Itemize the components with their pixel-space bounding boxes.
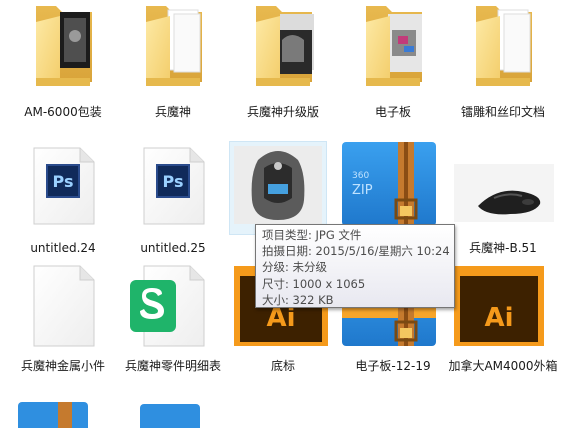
file-bingmoshen-b51[interactable]: 兵魔神-B.51	[448, 140, 558, 255]
folder-laser-print-docs[interactable]: 镭雕和丝印文档	[448, 0, 558, 119]
file-label: untitled.24	[30, 241, 96, 255]
360zip-archive-icon: 360 ZIP	[342, 142, 436, 226]
folder-bingmoshen-upgrade[interactable]: 兵魔神升级版	[228, 0, 338, 119]
partial-file-icon[interactable]	[18, 400, 88, 431]
file-label: 兵魔神金属小件	[20, 359, 105, 373]
ps-badge: Ps	[53, 172, 74, 191]
tooltip-type: 项目类型: JPG 文件	[262, 228, 362, 242]
file-untitled-25[interactable]: Ps untitled.25	[118, 140, 228, 255]
ai-badge: Ai	[484, 303, 513, 333]
folder-icon	[36, 6, 92, 86]
tooltip-dimensions: 尺寸: 1000 x 1065	[262, 276, 366, 291]
tooltip-size: 大小: 322 KB	[262, 292, 334, 307]
jpg-mouse-image	[234, 146, 322, 224]
blue-file-icon	[140, 404, 200, 431]
tooltip-date: 拍摄日期: 2015/5/16/星期六 10:24	[262, 244, 450, 259]
folder-icon	[256, 6, 314, 86]
zip-360-text: 360	[352, 171, 369, 181]
file-label: 兵魔神升级版	[246, 105, 319, 119]
file-label: 兵魔神	[154, 105, 191, 119]
folder-dianziban[interactable]: 电子板	[338, 0, 448, 119]
folder-bingmoshen[interactable]: 兵魔神	[118, 0, 228, 119]
file-mouse-jpg[interactable]	[228, 140, 338, 229]
photoshop-file-icon: Ps	[143, 147, 205, 225]
file-label: untitled.25	[140, 241, 206, 255]
zip-zip-text: ZIP	[352, 183, 373, 198]
ps-badge: Ps	[163, 172, 184, 191]
folder-am6000[interactable]: AM-6000包装	[8, 0, 118, 119]
tooltip-rating: 分级: 未分级	[262, 260, 328, 275]
file-label: AM-6000包装	[24, 105, 102, 119]
file-zip-archive[interactable]: 360 ZIP	[338, 140, 448, 229]
partial-file-icon[interactable]	[140, 404, 200, 431]
file-label: 镭雕和丝印文档	[460, 105, 545, 119]
file-info-tooltip: 项目类型: JPG 文件 拍摄日期: 2015/5/16/星期六 10:24 分…	[255, 224, 455, 308]
blank-file-icon	[33, 265, 95, 347]
file-bingmoshen-metal[interactable]: 兵魔神金属小件	[8, 262, 118, 373]
zip-archive-icon	[18, 402, 88, 431]
file-untitled-24[interactable]: Ps untitled.24	[8, 140, 118, 255]
illustrator-file-icon: Ai	[454, 266, 544, 346]
file-label: 兵魔神零件明细表	[124, 359, 221, 373]
file-label: 加拿大AM4000外箱	[448, 359, 558, 373]
file-label: 电子板-12-19	[355, 359, 431, 373]
file-parts-list[interactable]: 兵魔神零件明细表	[118, 262, 228, 373]
file-label: 兵魔神-B.51	[469, 241, 537, 255]
file-canada-am4000[interactable]: Ai 加拿大AM4000外箱	[448, 262, 558, 373]
file-label: 电子板	[374, 105, 411, 119]
folder-icon	[366, 6, 422, 86]
folder-icon	[476, 6, 532, 86]
wps-sheet-icon	[130, 265, 205, 347]
mouse-image	[454, 164, 554, 222]
file-label: 底标	[270, 359, 295, 373]
photoshop-file-icon: Ps	[33, 147, 95, 225]
folder-icon	[146, 6, 202, 86]
